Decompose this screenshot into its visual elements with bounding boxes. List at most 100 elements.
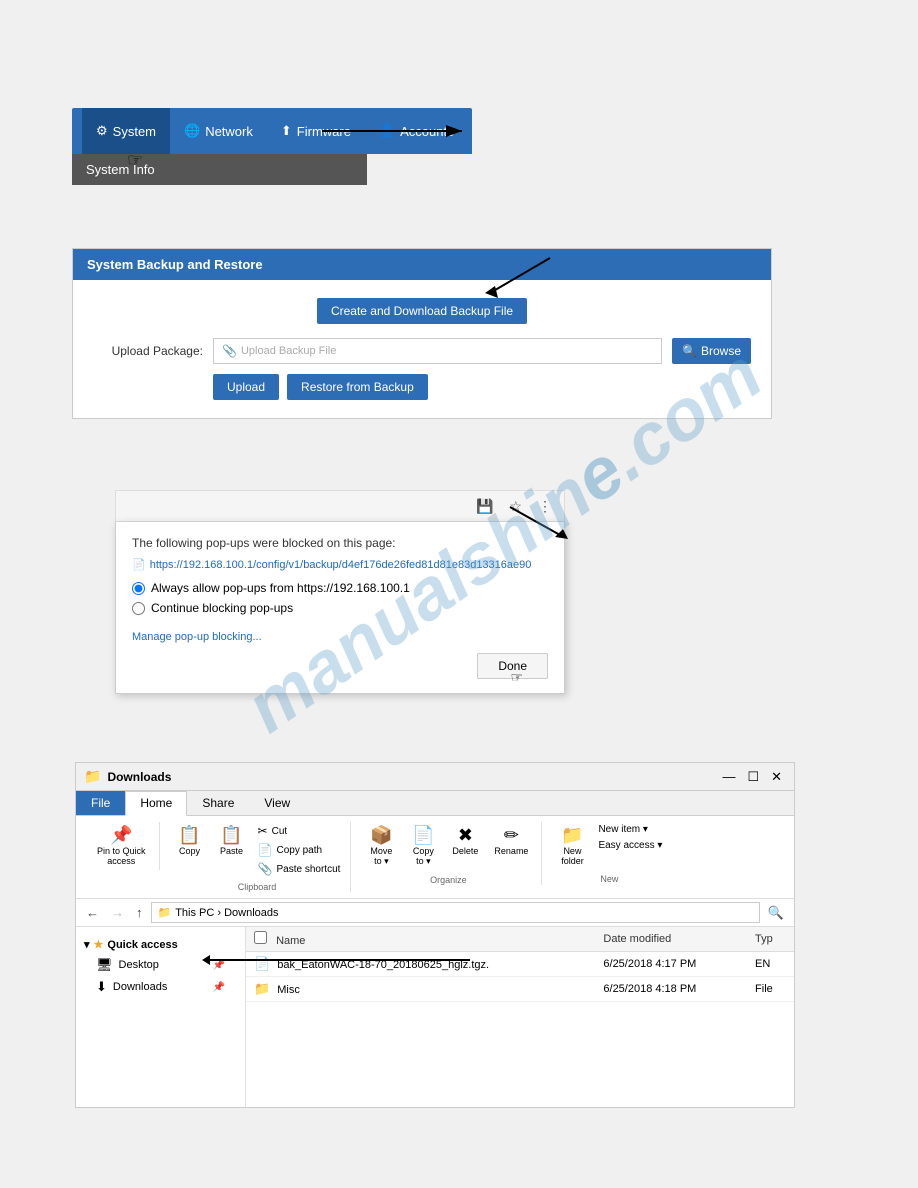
explorer-titlebar: 📁 Downloads — ☐ ✕ (76, 763, 794, 791)
move-to-btn[interactable]: 📦 Moveto ▾ (361, 822, 401, 871)
option-continue-blocking[interactable]: Continue blocking pop-ups (132, 601, 548, 615)
cursor-icon: ☞ (127, 150, 143, 171)
upload-input-field[interactable]: 📎 Upload Backup File (213, 338, 662, 364)
cut-btn[interactable]: ✂ Cut (254, 822, 345, 840)
clipboard-group-label: Clipboard (238, 882, 277, 892)
delete-icon: ✖ (458, 826, 473, 844)
ribbon-tabs: File Home Share View (76, 791, 794, 816)
accounts-icon: 👤 (379, 123, 395, 139)
restore-btn[interactable]: Restore from Backup (287, 374, 428, 400)
col-modified-header[interactable]: Date modified (595, 927, 747, 952)
save-page-icon[interactable]: 💾 (472, 496, 497, 517)
option-always-allow[interactable]: Always allow pop-ups from https://192.16… (132, 581, 548, 595)
file-name-0: 📄 bak_EatonWAC-18-70_20180625_hglz.tgz. (246, 952, 595, 977)
ribbon-group-pin: 📌 Pin to Quickaccess (84, 822, 160, 870)
file-type-0: EN (747, 952, 794, 977)
radio-always-allow[interactable] (132, 582, 145, 595)
back-btn[interactable]: ← (82, 903, 103, 922)
search-files-btn[interactable]: 🔍 (764, 903, 788, 923)
router-admin-section: ⚙ System 🌐 Network ⬆ Firmware 👤 Accounts… (72, 108, 472, 185)
file-modified-0: 6/25/2018 4:17 PM (595, 952, 747, 977)
tab-share[interactable]: Share (187, 791, 249, 815)
col-type-header[interactable]: Typ (747, 927, 794, 952)
popup-footer: Done (132, 653, 548, 679)
forward-btn[interactable]: → (107, 903, 128, 922)
sidebar-item-downloads[interactable]: ⬇ Downloads 📌 (76, 976, 245, 998)
move-icon: 📦 (370, 826, 392, 844)
browse-btn[interactable]: 🔍 Browse (672, 338, 751, 364)
address-path-bar[interactable]: 📁 This PC › Downloads (151, 902, 760, 923)
popup-options: Always allow pop-ups from https://192.16… (132, 581, 548, 615)
tab-view[interactable]: View (249, 791, 305, 815)
folder-icon-1: 📁 (254, 981, 270, 996)
quick-access-header[interactable]: ▾ ★ Quick access (76, 935, 245, 954)
new-group-label: New (600, 874, 618, 884)
paste-icon: 📋 (220, 826, 242, 844)
popup-link[interactable]: 📄 https://192.168.100.1/config/v1/backup… (132, 558, 548, 571)
address-bar: ← → ↑ 📁 This PC › Downloads 🔍 (76, 899, 794, 927)
explorer-title: Downloads (107, 770, 171, 784)
rename-btn[interactable]: ✏ Rename (487, 822, 535, 860)
file-sidebar: ▾ ★ Quick access 🖥 Desktop 📌 ⬇ Downloads… (76, 927, 246, 1107)
star-icon: ★ (94, 938, 104, 951)
more-options-icon[interactable]: ⋮ (534, 496, 556, 517)
tab-file[interactable]: File (76, 791, 125, 815)
minimize-btn[interactable]: — (718, 769, 739, 785)
copy-path-icon: 📄 (258, 843, 273, 857)
maximize-btn[interactable]: ☐ (743, 769, 763, 785)
organize-group-label: Organize (430, 875, 467, 885)
upload-label: Upload Package: (93, 344, 203, 358)
bookmark-icon[interactable]: ☆ (505, 496, 526, 517)
file-type-1: File (747, 977, 794, 1002)
delete-btn[interactable]: ✖ Delete (445, 822, 485, 860)
file-row-1[interactable]: 📁 Misc 6/25/2018 4:18 PM File (246, 977, 794, 1002)
close-btn[interactable]: ✕ (767, 769, 786, 785)
tab-home[interactable]: Home (125, 791, 187, 816)
nav-item-system[interactable]: ⚙ System (82, 108, 170, 154)
chevron-down-icon: ▾ (84, 938, 90, 951)
popup-block: The following pop-ups were blocked on th… (115, 522, 565, 694)
file-table: Name Date modified Typ 📄 (246, 927, 794, 1002)
titlebar-controls: — ☐ ✕ (718, 769, 786, 785)
backup-restore-section: System Backup and Restore Create and Dow… (72, 248, 772, 419)
ribbon-group-new: 📁 Newfolder New item ▾ Easy access ▾ New (546, 822, 672, 884)
col-name-header[interactable]: Name (246, 927, 595, 952)
pin-indicator-downloads: 📌 (213, 982, 225, 993)
select-all-checkbox[interactable] (254, 931, 267, 944)
copy-btn[interactable]: 📋 Copy (170, 822, 210, 860)
ribbon-group-organize: 📦 Moveto ▾ 📄 Copyto ▾ ✖ Delete ✏ Rename … (355, 822, 542, 885)
new-item-btn[interactable]: New item ▾ (594, 822, 666, 837)
firmware-icon: ⬆ (281, 123, 292, 139)
copy-to-btn[interactable]: 📄 Copyto ▾ (403, 822, 443, 871)
file-row-0[interactable]: 📄 bak_EatonWAC-18-70_20180625_hglz.tgz. … (246, 952, 794, 977)
paste-btn[interactable]: 📋 Paste (212, 822, 252, 860)
nav-bar: ⚙ System 🌐 Network ⬆ Firmware 👤 Accounts (72, 108, 472, 154)
new-folder-btn[interactable]: 📁 Newfolder (552, 822, 592, 870)
nav-item-firmware[interactable]: ⬆ Firmware (267, 108, 365, 154)
easy-access-btn[interactable]: Easy access ▾ (594, 838, 666, 853)
up-btn[interactable]: ↑ (132, 903, 147, 922)
upload-btn[interactable]: Upload (213, 374, 279, 400)
search-icon: 🔍 (682, 344, 697, 358)
ribbon-group-clipboard: 📋 Copy 📋 Paste ✂ Cut 📄 Copy path (164, 822, 352, 892)
pin-to-quick-access-btn[interactable]: 📌 Pin to Quickaccess (90, 822, 153, 870)
nav-item-accounts[interactable]: 👤 Accounts (365, 108, 468, 154)
pin-indicator-desktop: 📌 (213, 960, 225, 971)
create-download-backup-btn[interactable]: Create and Download Backup File (317, 298, 527, 324)
sidebar-item-desktop[interactable]: 🖥 Desktop 📌 (76, 954, 245, 976)
pin-icon: 📌 (110, 826, 132, 844)
system-info-bar[interactable]: System Info (72, 154, 367, 185)
browser-toolbar: 💾 ☆ ⋮ (115, 490, 565, 522)
new-folder-icon: 📁 (561, 826, 583, 844)
paste-shortcut-btn[interactable]: 📎 Paste shortcut (254, 860, 345, 878)
create-btn-row: Create and Download Backup File (93, 298, 751, 324)
clipboard-small-btns: ✂ Cut 📄 Copy path 📎 Paste shortcut (254, 822, 345, 878)
copy-path-btn[interactable]: 📄 Copy path (254, 841, 345, 859)
file-icon-0: 📄 (254, 956, 270, 971)
manage-popup-link[interactable]: Manage pop-up blocking... (132, 631, 262, 643)
file-list-area: ▾ ★ Quick access 🖥 Desktop 📌 ⬇ Downloads… (76, 927, 794, 1107)
file-main-area: Name Date modified Typ 📄 (246, 927, 794, 1107)
folder-icon: 📁 (84, 768, 101, 785)
nav-item-network[interactable]: 🌐 Network (170, 108, 267, 154)
radio-continue-blocking[interactable] (132, 602, 145, 615)
